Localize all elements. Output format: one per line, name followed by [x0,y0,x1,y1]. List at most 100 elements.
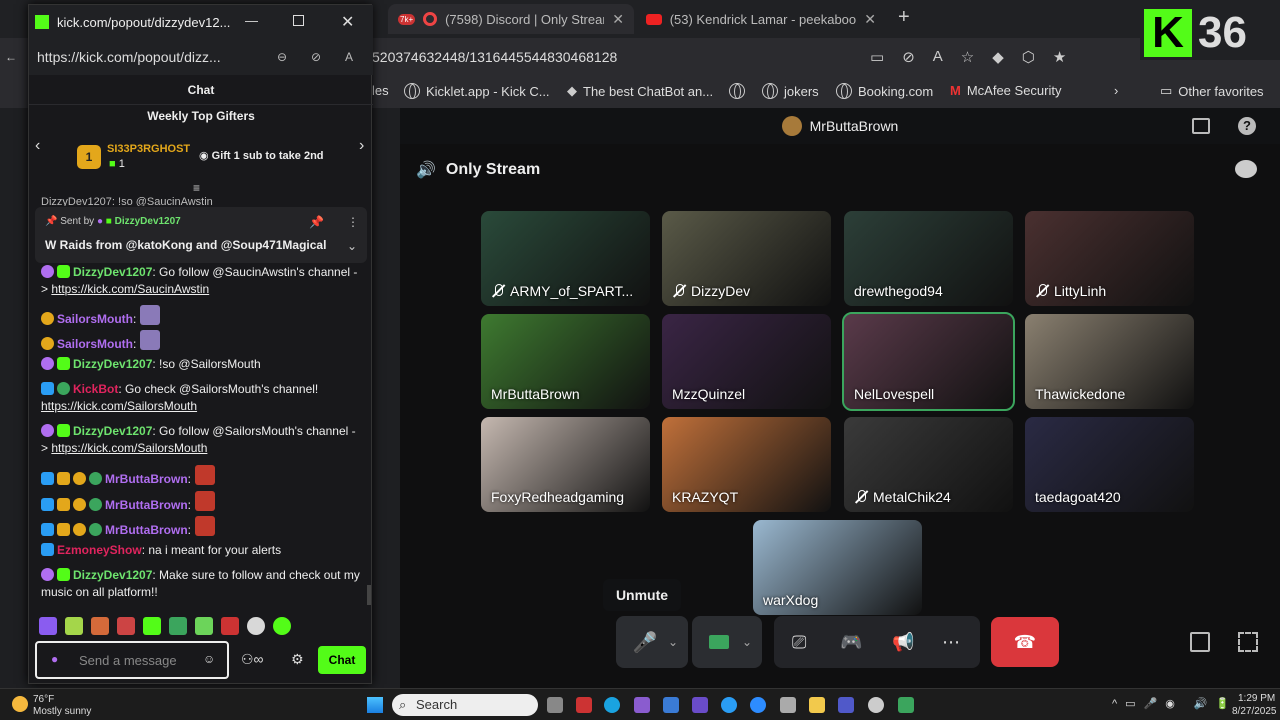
read-aloud-icon[interactable]: A [345,50,353,64]
app-icon[interactable] [721,697,737,713]
video-tile[interactable]: Thawickedone [1025,314,1194,409]
chat-username[interactable]: MrButtaBrown [105,523,188,537]
mute-button[interactable]: 🎤 ⌄ [616,616,688,668]
favorites-icon[interactable]: ★ [1053,48,1066,66]
chat-bubble-icon[interactable] [1235,160,1257,178]
app-icon[interactable] [898,697,914,713]
copilot-icon[interactable] [663,697,679,713]
bookmark-item[interactable] [729,83,745,99]
message-input[interactable]: ● Send a message ☺ [35,641,229,679]
weather-icon[interactable] [12,696,28,712]
more-icon[interactable]: ⋮ [347,215,359,229]
bookmark-item[interactable]: ◆ The best ChatBot an... [567,83,713,99]
teams-icon[interactable] [838,697,854,713]
scrollbar[interactable] [367,585,371,605]
activity-icon[interactable]: 🎮 [840,632,862,653]
video-tile[interactable]: ARMY_of_SPART... [481,211,650,306]
task-view-icon[interactable] [547,697,563,713]
chat-username[interactable]: DizzyDev1207 [73,265,152,279]
tray-icons[interactable]: ^▭🎤◉ 🔊🔋 [1112,697,1237,710]
chevron-down-icon[interactable]: ⌄ [668,635,678,649]
help-icon[interactable]: ? [1238,117,1256,135]
settings-icon[interactable]: ⚙ [291,651,304,668]
emoji-icon[interactable]: ☺ [203,652,215,666]
chevron-right-icon[interactable]: › [359,137,364,155]
emote-icon[interactable] [195,617,213,635]
bookmark-item[interactable]: M McAfee Security [950,83,1062,98]
chevron-left-icon[interactable]: ‹ [35,137,40,155]
app-icon[interactable] [692,697,708,713]
maximize-button[interactable] [293,15,304,26]
chat-link[interactable]: https://kick.com/SailorsMouth [51,441,207,455]
chat-send-button[interactable]: Chat [318,646,366,674]
emote-icon[interactable] [221,617,239,635]
new-tab-button[interactable]: + [898,6,910,29]
read-aloud-icon[interactable]: A [933,48,943,66]
video-tile[interactable]: KRAZYQT [662,417,831,512]
inbox-icon[interactable] [1192,118,1210,134]
app-icon[interactable] [634,697,650,713]
video-tile[interactable]: warXdog [753,520,922,615]
chat-username[interactable]: MrButtaBrown [105,472,188,486]
close-button[interactable]: ✕ [341,12,354,32]
bookmark-item[interactable]: Kicklet.app - Kick C... [404,83,550,99]
cast-icon[interactable]: ▭ [870,48,884,66]
back-arrow-icon[interactable]: ← [5,50,17,64]
zoom-app-icon[interactable] [750,697,766,713]
close-icon[interactable]: ✕ [864,11,876,28]
fullscreen-icon[interactable] [1238,632,1258,652]
tracking-icon[interactable]: ⊘ [902,48,915,66]
edge-icon[interactable] [604,697,620,713]
camera-button[interactable]: ⌄ [692,616,762,668]
soundboard-icon[interactable]: 📢 [892,632,914,653]
tracking-icon[interactable]: ⊘ [311,50,321,64]
video-tile[interactable]: drewthegod94 [844,211,1013,306]
bookmark-item[interactable]: jokers [762,83,819,99]
chat-link[interactable]: https://kick.com/SailorsMouth [41,399,197,413]
close-icon[interactable]: ✕ [612,11,624,28]
emote-icon[interactable] [117,617,135,635]
chat-username[interactable]: DizzyDev1207 [73,424,152,438]
bookmark-item[interactable]: Booking.com [836,83,933,99]
emote-icon[interactable] [273,617,291,635]
chevron-right-icon[interactable]: › [1114,83,1118,98]
zoom-icon[interactable]: ⊖ [277,50,287,64]
video-tile[interactable]: NelLovespell [842,312,1015,411]
url-field[interactable]: 520374632448/1316445544830468128 [372,49,617,65]
chat-username[interactable]: KickBot [73,382,118,396]
collapse-handle-icon[interactable]: ≡ [193,181,200,195]
tab-discord[interactable]: 7k+ (7598) Discord | Only Stream ✕ [388,4,634,34]
other-favorites[interactable]: ▭ Other favorites [1160,83,1264,99]
start-icon[interactable] [367,697,383,713]
emote-icon[interactable] [39,617,57,635]
chevron-down-icon[interactable]: ⌄ [742,635,752,649]
video-tile[interactable]: LittyLinh [1025,211,1194,306]
more-icon[interactable]: ⋯ [942,632,960,653]
chat-username[interactable]: DizzyDev1207 [73,568,152,582]
store-icon[interactable] [780,697,796,713]
emote-icon[interactable] [247,617,265,635]
chevron-down-icon[interactable]: ⌄ [347,239,357,253]
video-tile[interactable]: DizzyDev [662,211,831,306]
settings-icon[interactable] [868,697,884,713]
chat-username[interactable]: MrButtaBrown [105,498,188,512]
video-tile[interactable]: FoxyRedheadgaming [481,417,650,512]
gift-hint[interactable]: ◉ Gift 1 sub to take 2nd [199,149,324,162]
taskbar-search[interactable]: ⌕ Search [392,694,538,716]
minimize-button[interactable]: — [245,13,258,28]
pin-icon[interactable]: 📌 [309,215,324,229]
video-tile[interactable]: taedagoat420 [1025,417,1194,512]
video-tile[interactable]: MrButtaBrown [481,314,650,409]
emote-icon[interactable] [91,617,109,635]
disconnect-button[interactable]: ☎ [991,617,1059,667]
app-icon[interactable] [576,697,592,713]
video-tile[interactable]: MetalChik24 [844,417,1013,512]
video-tile[interactable]: MzzQuinzel [662,314,831,409]
share-screen-icon[interactable]: ⎚ [792,632,806,653]
emote-icon[interactable] [65,617,83,635]
favorite-star-icon[interactable]: ☆ [961,48,974,66]
emote-icon[interactable] [169,617,187,635]
chat-username[interactable]: EzmoneyShow [57,543,142,557]
popup-url[interactable]: https://kick.com/popout/dizz... [37,49,221,65]
extension-icon[interactable]: ◆ [992,48,1004,66]
